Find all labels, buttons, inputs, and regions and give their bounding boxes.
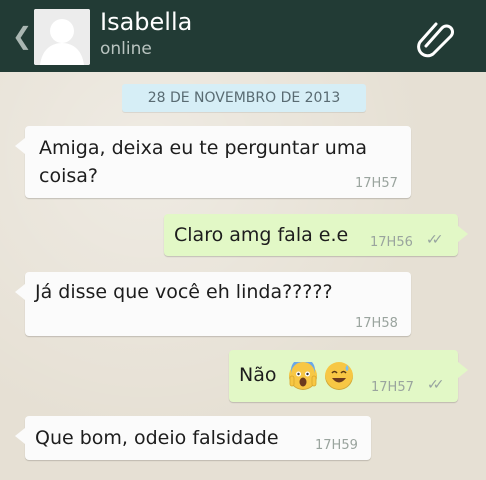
message-time: 17H56 xyxy=(370,235,413,250)
message-bubble-outgoing[interactable]: Claro amg fala e.e 17H56 ✓✓ xyxy=(164,214,468,256)
date-separator: 28 DE NOVEMBRO DE 2013 xyxy=(122,84,366,112)
message-time: 17H58 xyxy=(355,316,398,331)
message-text: Não xyxy=(239,364,277,386)
message-time: 17H57 xyxy=(371,380,414,395)
message-time: 17H59 xyxy=(315,438,358,453)
message-bubble-incoming[interactable]: Que bom, odeio falsidade 17H59 xyxy=(15,416,371,460)
message-text: Amiga, deixa eu te perguntar uma xyxy=(39,137,367,159)
contact-status: online xyxy=(100,39,152,59)
message-bubble-incoming[interactable]: Amiga, deixa eu te perguntar uma coisa? … xyxy=(15,126,411,198)
chevron-left-icon[interactable]: ❮ xyxy=(12,24,32,48)
message-text: Claro amg fala e.e xyxy=(174,224,349,246)
message-bubble-outgoing[interactable]: Não 17H57 ✓✓ xyxy=(229,350,468,402)
screaming-face-emoji xyxy=(289,358,317,390)
double-check-icon: ✓✓ xyxy=(427,377,445,393)
paperclip-icon[interactable] xyxy=(414,16,458,60)
sweat-smile-emoji xyxy=(325,362,353,390)
chat-header: ❮ Isabella online xyxy=(0,0,486,72)
message-bubble-incoming[interactable]: Já disse que você eh linda????? 17H58 xyxy=(15,272,411,336)
message-text: Já disse que você eh linda????? xyxy=(35,281,333,303)
avatar[interactable] xyxy=(34,9,90,65)
message-text: Que bom, odeio falsidade xyxy=(35,427,279,449)
message-time: 17H57 xyxy=(355,176,398,191)
contact-name[interactable]: Isabella xyxy=(100,8,192,36)
message-text: coisa? xyxy=(39,165,98,187)
double-check-icon: ✓✓ xyxy=(426,232,444,248)
